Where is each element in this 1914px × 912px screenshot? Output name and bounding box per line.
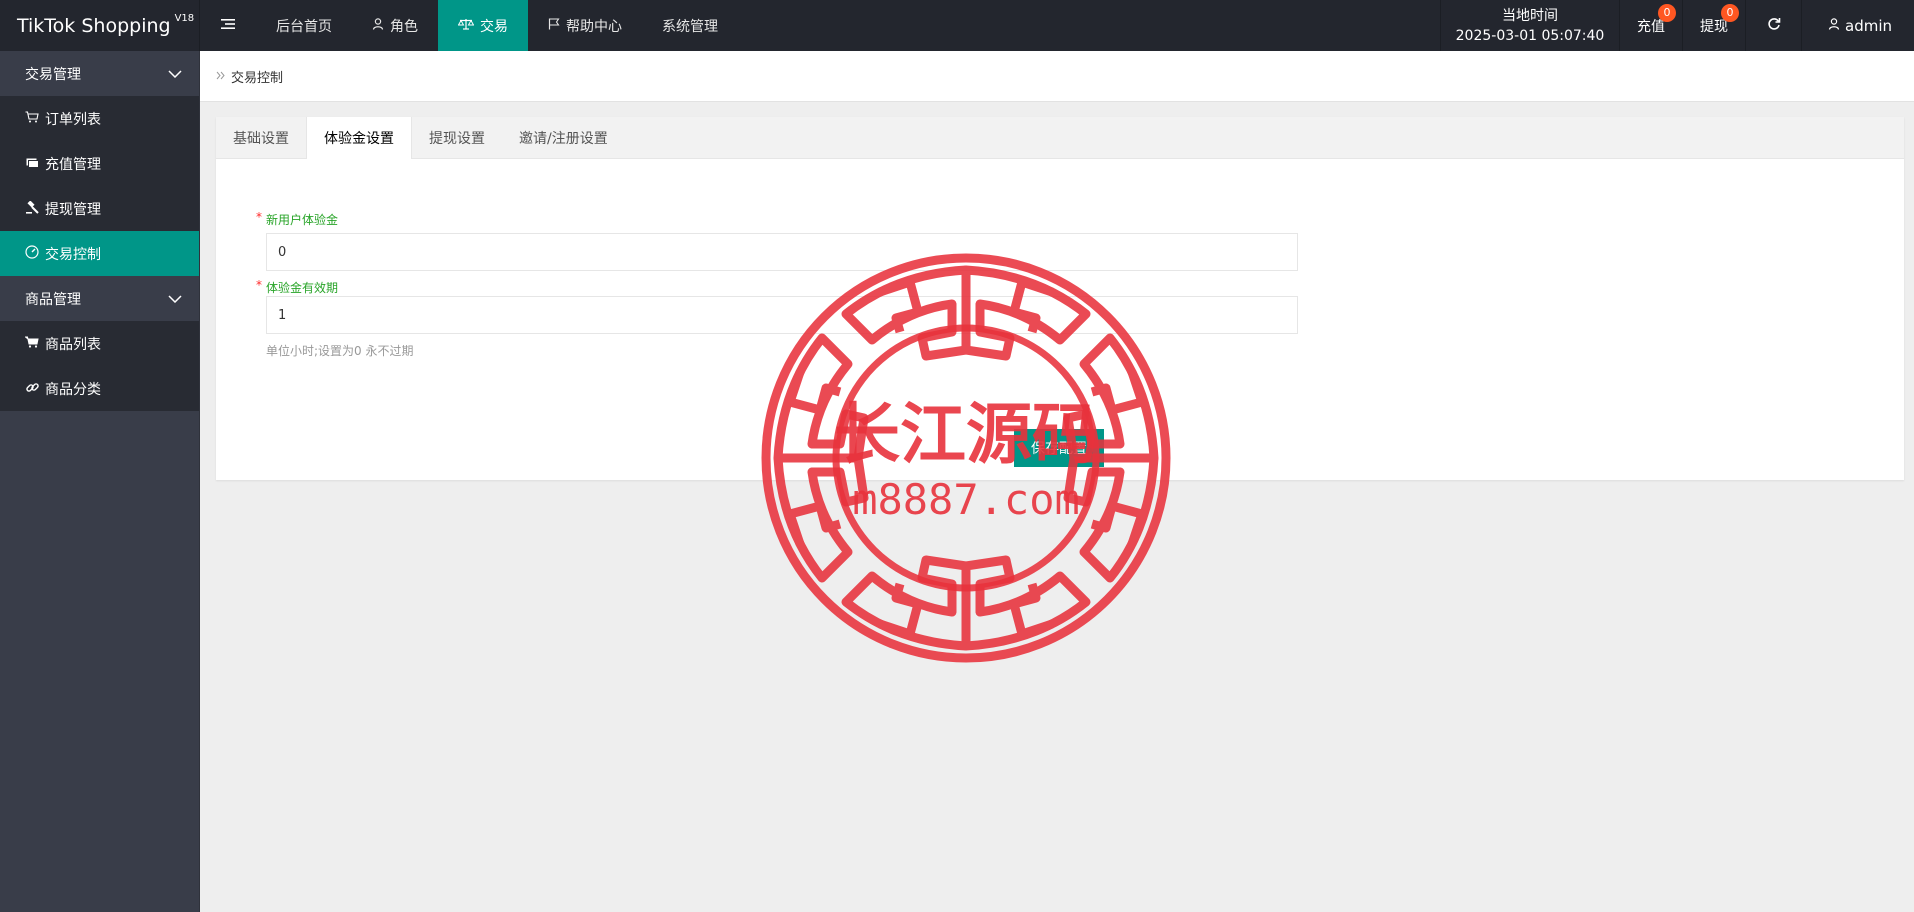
tab-withdraw-settings[interactable]: 提现设置 [412,117,502,158]
sidebar-item-trade-control[interactable]: 交易控制 [0,231,199,276]
brand-logo[interactable]: TikTok Shopping V18 [0,0,200,51]
nav-item-trade[interactable]: 交易 [438,0,528,51]
scale-icon [457,18,475,34]
menu-icon [221,18,235,34]
nav-item-label: 系统管理 [662,18,718,35]
sidebar-item-label: 充值管理 [45,156,101,173]
recharge-button[interactable]: 充值 0 [1620,0,1683,51]
withdraw-badge: 0 [1721,4,1739,22]
field-label-text: 新用户体验金 [266,213,339,227]
sidebar-group-goods[interactable]: 商品管理 [0,276,199,321]
local-time-value: 2025-03-01 05:07:40 [1455,27,1605,44]
nav-item-label: 交易 [480,18,508,35]
gavel-icon [25,199,39,217]
top-bar: TikTok Shopping V18 后台首页 角色 交易 帮助中心 系统管理… [0,0,1914,51]
user-name: admin [1845,16,1892,35]
watermark-line2: m8887.com [852,475,1080,524]
sidebar-item-withdraw[interactable]: 提现管理 [0,186,199,231]
sidebar-item-label: 商品列表 [45,336,101,353]
sidebar-item-label: 交易控制 [45,246,101,263]
nav-item-label: 后台首页 [276,18,332,35]
nav-item-system[interactable]: 系统管理 [642,0,738,51]
double-chevron-right-icon [216,69,225,84]
sidebar-group-label: 交易管理 [25,66,81,83]
field-label-text: 体验金有效期 [266,281,339,295]
brand-name: TikTok Shopping [17,14,171,37]
sidebar-item-label: 商品分类 [45,381,101,398]
sidebar-item-label: 订单列表 [45,111,101,128]
user-menu[interactable]: admin [1802,0,1914,51]
brand-version: V18 [174,13,195,24]
refresh-icon [1767,17,1781,35]
sidebar-submenu-trade: 订单列表 充值管理 提现管理 交易控制 [0,96,199,276]
user-icon [372,17,384,34]
sidebar-item-goods-category[interactable]: 商品分类 [0,366,199,411]
new-user-trial-fund-input[interactable] [266,233,1298,271]
nav-item-label: 帮助中心 [566,18,622,35]
nav-item-role[interactable]: 角色 [352,0,438,51]
settings-card: 基础设置 体验金设置 提现设置 邀请/注册设置 *新用户体验金 *体验金有效期 … [216,117,1904,480]
chevron-down-icon [168,67,182,81]
field-label-new-user-trial-fund: * 新用户体验金 [256,210,339,228]
settings-tabs: 基础设置 体验金设置 提现设置 邀请/注册设置 [216,117,1904,159]
local-time-label: 当地时间 [1502,7,1558,24]
sidebar-group-label: 商品管理 [25,291,81,308]
tab-invite-register-settings[interactable]: 邀请/注册设置 [502,117,625,158]
field-label-trial-fund-validity: * 体验金有效期 [256,278,339,296]
cart-icon [25,111,39,126]
sidebar-submenu-goods: 商品列表 商品分类 [0,321,199,411]
sidebar-item-label: 提现管理 [45,201,101,218]
tab-trial-fund-settings[interactable]: 体验金设置 [306,117,412,159]
validity-hint: 单位小时;设置为0 永不过期 [266,344,414,358]
nav-item-label: 角色 [390,18,418,35]
chevron-down-icon [168,292,182,306]
required-asterisk: * [256,278,262,292]
save-config-button[interactable]: 保存配置 [1014,429,1104,467]
nav-item-home[interactable]: 后台首页 [256,0,352,51]
withdraw-button[interactable]: 提现 0 [1683,0,1746,51]
breadcrumb-current[interactable]: 交易控制 [231,67,283,86]
trial-fund-validity-input[interactable] [266,296,1298,334]
sidebar-group-trade[interactable]: 交易管理 [0,51,199,96]
flag-icon [548,17,560,34]
sidebar-item-recharge[interactable]: 充值管理 [0,141,199,186]
user-icon [1828,17,1840,34]
shopping-cart-icon [24,336,39,351]
menu-toggle-button[interactable] [200,0,256,51]
local-time: 当地时间 2025-03-01 05:07:40 [1440,0,1620,51]
top-nav: 后台首页 角色 交易 帮助中心 系统管理 [200,0,738,51]
nav-item-help[interactable]: 帮助中心 [528,0,642,51]
link-icon [25,381,39,397]
required-asterisk: * [256,210,262,224]
sidebar-item-goods-list[interactable]: 商品列表 [0,321,199,366]
sidebar: 交易管理 订单列表 充值管理 提现管理 交易控制 商品管理 商品列表 商品分类 [0,51,200,912]
sidebar-item-orders[interactable]: 订单列表 [0,96,199,141]
tab-basic-settings[interactable]: 基础设置 [216,117,306,158]
dashboard-icon [25,245,39,262]
card-icon [25,157,39,171]
recharge-badge: 0 [1658,4,1676,22]
top-right-tools: 当地时间 2025-03-01 05:07:40 充值 0 提现 0 admin [1440,0,1914,51]
refresh-button[interactable] [1746,0,1802,51]
breadcrumb: 交易控制 [200,51,1914,102]
